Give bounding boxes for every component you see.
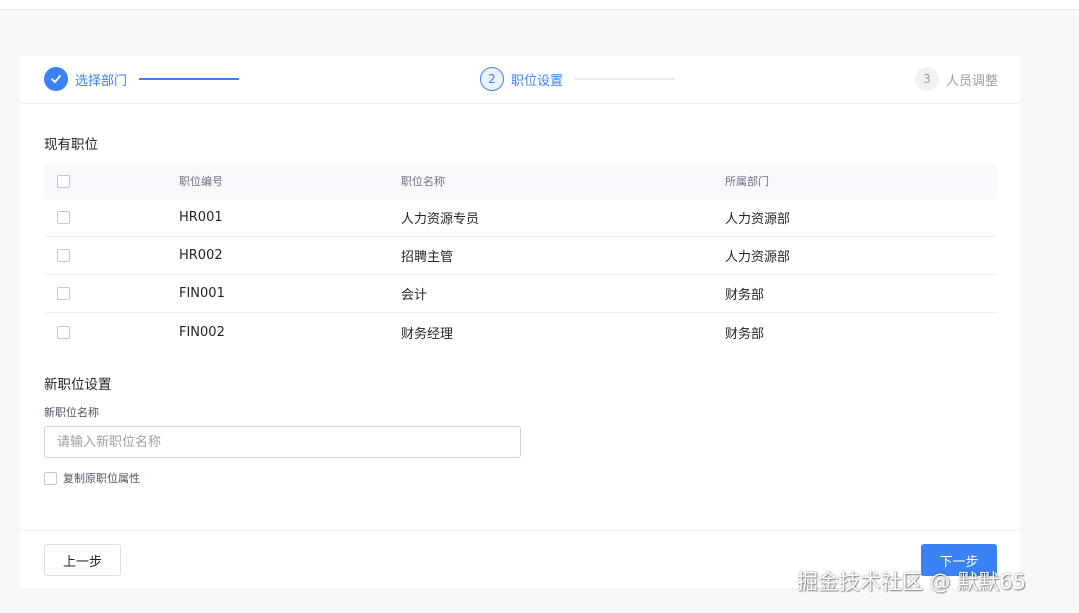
position-name: 人力资源专员 — [401, 212, 480, 227]
position-name: 会计 — [401, 288, 428, 303]
position-code: HR002 — [179, 248, 223, 263]
copy-attributes-checkbox[interactable] — [44, 471, 57, 485]
step-3-label: 人员调整 — [946, 73, 999, 89]
position-code: FIN002 — [179, 324, 225, 340]
step-3[interactable]: 3 人员调整 — [915, 66, 998, 92]
step-2[interactable]: 2 职位设置 — [480, 66, 676, 92]
table-header: 职位编号 职位名称 所属部门 — [44, 163, 997, 199]
new-position-name-label: 新职位名称 — [44, 406, 99, 419]
step-2-label: 职位设置 — [511, 73, 564, 89]
row-checkbox[interactable] — [57, 325, 70, 339]
check-icon — [44, 67, 68, 91]
position-code: FIN001 — [179, 286, 225, 301]
table-row[interactable]: HR002 招聘主管 人力资源部 — [44, 237, 997, 275]
new-position-name-input[interactable] — [44, 426, 521, 458]
position-code: HR001 — [179, 210, 223, 225]
step-1-label: 选择部门 — [75, 73, 128, 89]
top-bar — [0, 0, 1079, 10]
step-2-connector — [575, 78, 676, 80]
position-dept: 财务部 — [725, 326, 765, 342]
select-all-checkbox[interactable] — [57, 174, 70, 188]
column-header-name: 职位名称 — [401, 175, 445, 188]
step-3-number: 3 — [915, 67, 939, 91]
row-checkbox[interactable] — [57, 249, 70, 262]
column-header-dept: 所属部门 — [725, 175, 769, 188]
position-dept: 财务部 — [725, 288, 765, 303]
position-dept: 人力资源部 — [725, 212, 791, 227]
wizard-card: 选择部门 2 职位设置 3 人员调整 现有职位 职位编号 职位名称 所属部门 H… — [20, 56, 1020, 588]
positions-table: 职位编号 职位名称 所属部门 HR001 人力资源专员 人力资源部 HR002 … — [44, 163, 997, 351]
table-row[interactable]: HR001 人力资源专员 人力资源部 — [44, 199, 997, 237]
table-row[interactable]: FIN002 财务经理 财务部 — [44, 313, 997, 351]
row-checkbox[interactable] — [57, 211, 70, 224]
new-position-title: 新职位设置 — [44, 377, 112, 393]
table-row[interactable]: FIN001 会计 财务部 — [44, 275, 997, 313]
existing-positions-title: 现有职位 — [44, 137, 98, 153]
row-checkbox[interactable] — [57, 287, 70, 300]
steps-bar: 选择部门 2 职位设置 3 人员调整 — [20, 56, 1020, 104]
watermark-text: 掘金技术社区 @ 默默65 — [797, 570, 1027, 594]
copy-attributes-label: 复制原职位属性 — [63, 472, 140, 485]
position-dept: 人力资源部 — [725, 250, 791, 265]
position-name: 招聘主管 — [401, 250, 454, 265]
step-2-number: 2 — [480, 67, 504, 91]
step-1[interactable]: 选择部门 — [44, 66, 240, 92]
prev-step-button[interactable]: 上一步 — [44, 544, 121, 576]
step-1-connector — [139, 78, 240, 80]
column-header-code: 职位编号 — [179, 175, 223, 188]
copy-attributes-option[interactable]: 复制原职位属性 — [44, 470, 140, 486]
position-name: 财务经理 — [401, 326, 454, 342]
